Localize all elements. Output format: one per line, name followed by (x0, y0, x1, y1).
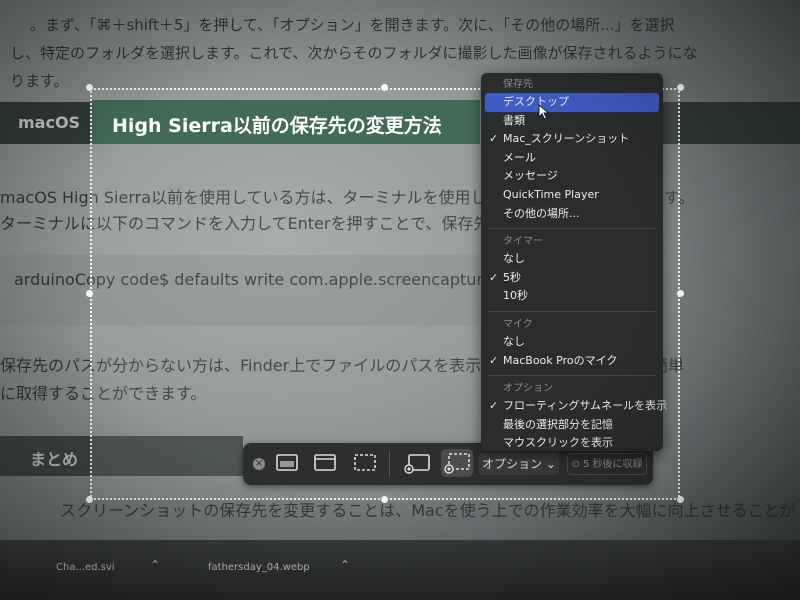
menu-item[interactable]: 10秒 (481, 287, 663, 306)
menu-section-header: 保存先 (503, 79, 533, 90)
selection-handle-top-right[interactable] (677, 84, 684, 91)
options-menu: 保存先デスクトップ 書類 ✓ Mac_スクリーンショット メールメッセージ QuickTi… (481, 73, 667, 453)
capture-window-icon[interactable] (313, 452, 337, 474)
selection-handle-bottom-right[interactable] (677, 496, 684, 503)
menu-section-header: オプション (503, 383, 553, 395)
menu-item-label: メール (503, 150, 536, 164)
toolbar-divider (389, 451, 390, 477)
checkmark-icon: ✓ (489, 353, 499, 367)
article-top-line-2: し、特定のフォルダを選択します。これで、次からそのフォルダに撮影した画像が保存さ… (10, 44, 698, 62)
selection-handle-top[interactable] (381, 84, 388, 91)
checkmark-icon: ✓ (489, 132, 499, 146)
downloads-bar: Cha...ed.svi ⌃ fathersday_04.webp ⌃ (0, 540, 800, 600)
menu-item[interactable]: ✓ Mac_スクリーンショット (481, 130, 663, 149)
selection-handle-right[interactable] (677, 290, 684, 297)
mouse-pointer-icon (538, 103, 550, 120)
menu-item-label: QuickTime Player (503, 187, 599, 201)
capture-button[interactable]: ⊙ 5 秒後に収録 (567, 453, 647, 475)
menu-item[interactable]: ✓ 5秒 (481, 269, 663, 288)
menu-item-label: マウスクリックを表示 (503, 436, 613, 450)
menu-item-label: Mac_スクリーンショット (503, 132, 630, 146)
menu-item-label: デスクトップ (503, 95, 569, 108)
download-item-1-chevron-icon[interactable]: ⌃ (150, 558, 160, 572)
menu-item[interactable]: なし (481, 250, 663, 269)
menu-item-label: 最後の選択部分を記憶 (503, 417, 613, 431)
menu-item-label: 5秒 (503, 270, 521, 284)
record-selection-icon[interactable] (441, 449, 473, 477)
menu-separator (489, 228, 655, 230)
menu-section-header: タイマー (503, 236, 543, 248)
menu-section-header: マイク (503, 318, 533, 330)
menu-item-label: その他の場所... (503, 206, 580, 220)
article-top-line-1: 。まず、「⌘＋shift＋5」を押して、「オプション」を開きます。次に、「その他… (30, 16, 675, 34)
download-item-2-chevron-icon[interactable]: ⌃ (340, 558, 350, 572)
menu-item-label: フローティングサムネールを表示 (503, 399, 668, 413)
summary-heading: まとめ (30, 450, 79, 469)
capture-entire-screen-icon[interactable] (275, 452, 299, 474)
menu-item[interactable]: メール (481, 149, 663, 168)
download-item-1[interactable]: Cha...ed.svi (56, 562, 115, 573)
selection-handle-bottom-left[interactable] (86, 496, 93, 503)
menu-separator (489, 310, 655, 312)
selection-handle-bottom[interactable] (381, 496, 388, 503)
download-item-2[interactable]: fathersday_04.webp (208, 562, 310, 573)
selection-handle-left[interactable] (86, 290, 93, 297)
heading-bar-right (660, 102, 800, 144)
menu-item-label: MacBook Proのマイク (503, 353, 618, 367)
checkmark-icon: ✓ (489, 399, 499, 413)
capture-selection-icon[interactable] (353, 452, 377, 474)
menu-item[interactable]: 書類 (481, 112, 663, 131)
menu-item[interactable]: QuickTime Player (481, 186, 663, 205)
menu-item[interactable]: マウスクリックを表示 (481, 434, 663, 453)
bottom-line: スクリーンショットの保存先を変更することは、Macを使う上での作業効率を大幅に向… (60, 501, 796, 520)
menu-item[interactable]: デスクトップ (485, 93, 659, 112)
menu-separator (489, 375, 655, 377)
menu-item-label: なし (503, 334, 525, 348)
menu-item-label: なし (503, 252, 525, 266)
selection-handle-top-left[interactable] (86, 84, 93, 91)
menu-item[interactable]: ✓ フローティングサムネールを表示 (481, 397, 667, 416)
menu-item-label: 10秒 (503, 289, 528, 303)
menu-item-label: メッセージ (503, 169, 558, 183)
checkmark-icon: ✓ (489, 270, 499, 284)
options-button[interactable]: オプション ⌄ (479, 453, 559, 475)
record-entire-screen-icon[interactable] (403, 452, 431, 474)
close-icon[interactable]: × (253, 458, 265, 470)
menu-item[interactable]: メッセージ (481, 167, 663, 186)
menu-item[interactable]: なし (481, 333, 663, 352)
menu-item[interactable]: ✓ MacBook Proのマイク (481, 352, 663, 371)
heading-prefix: macOS (18, 113, 81, 132)
menu-item-label: 書類 (503, 113, 525, 127)
article-top-line-3: ります。 (10, 72, 69, 90)
menu-item[interactable]: その他の場所... (481, 205, 663, 224)
menu-item[interactable]: 最後の選択部分を記憶 (481, 416, 663, 435)
